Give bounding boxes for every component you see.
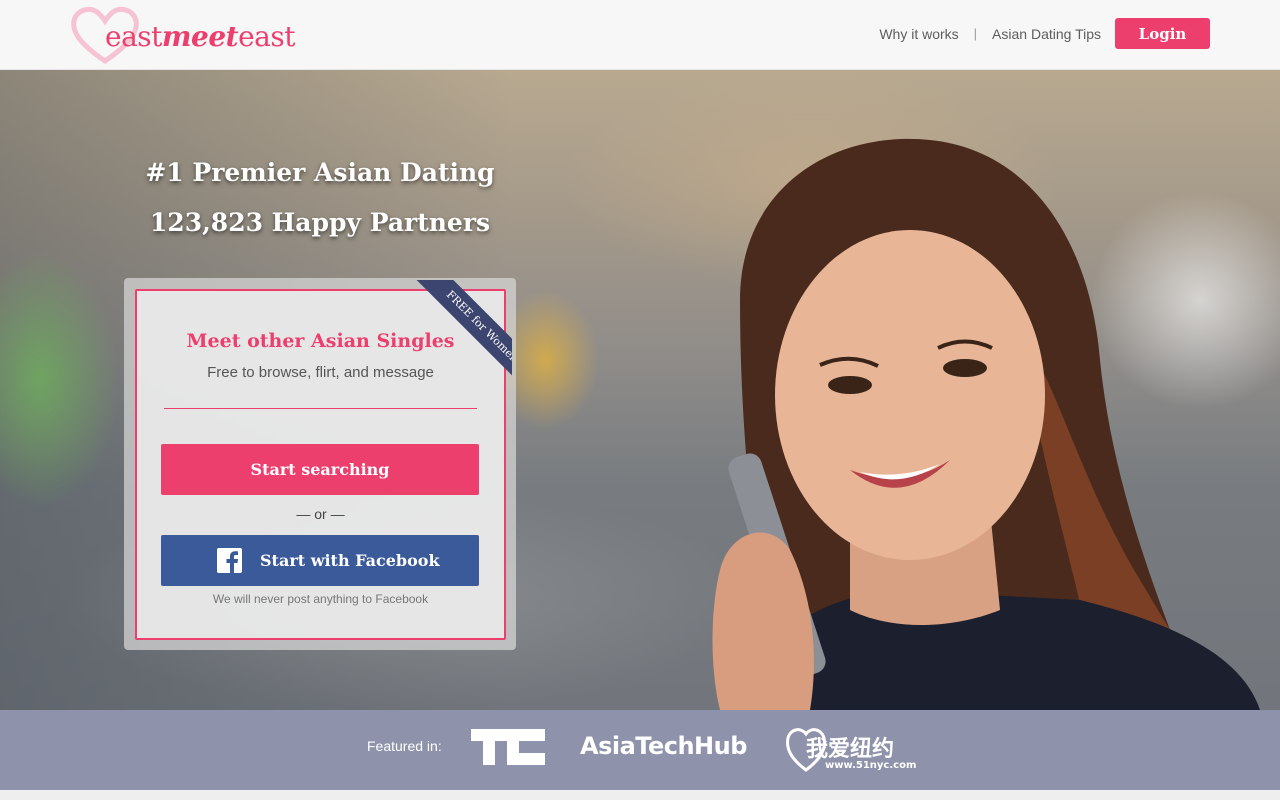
woman-on-phone-photo [712,138,1260,710]
nav-asian-dating-tips[interactable]: Asian Dating Tips [992,26,1101,42]
or-separator: — or — [296,506,345,522]
facebook-icon [217,548,242,573]
facebook-privacy-note: We will never post anything to Facebook [212,592,429,606]
page-bottom-strip [0,790,1280,800]
51nyc-logo-text: 我爱纽约 [806,737,895,762]
signup-title: Meet other Asian Singles [186,330,455,352]
hero-headline-partners: 123,823 Happy Partners [149,208,491,237]
site-logo[interactable]: eastmeeteast [70,6,330,65]
login-button[interactable]: Login [1115,18,1210,49]
techcrunch-logo-icon [471,729,545,765]
facebook-button-label[interactable]: Start with Facebook [260,535,440,586]
logo-wordmark: eastmeeteast [105,20,295,53]
featured-in-label: Featured in: [367,738,442,754]
51nyc-logo-url: www.51nyc.com [825,760,917,771]
top-nav: Why it works | Asian Dating Tips Login [879,18,1210,49]
start-searching-button[interactable]: Start searching [161,444,479,495]
signup-subtitle: Free to browse, flirt, and message [207,364,434,381]
hero-headline-primary: #1 Premier Asian Dating [145,158,495,187]
site-header: eastmeeteast Why it works | Asian Dating… [0,0,1280,70]
nav-why-it-works[interactable]: Why it works [879,26,958,42]
signup-divider [164,408,477,409]
nav-separator: | [973,26,978,41]
asiatechhub-logo: AsiaTechHub [580,732,747,760]
